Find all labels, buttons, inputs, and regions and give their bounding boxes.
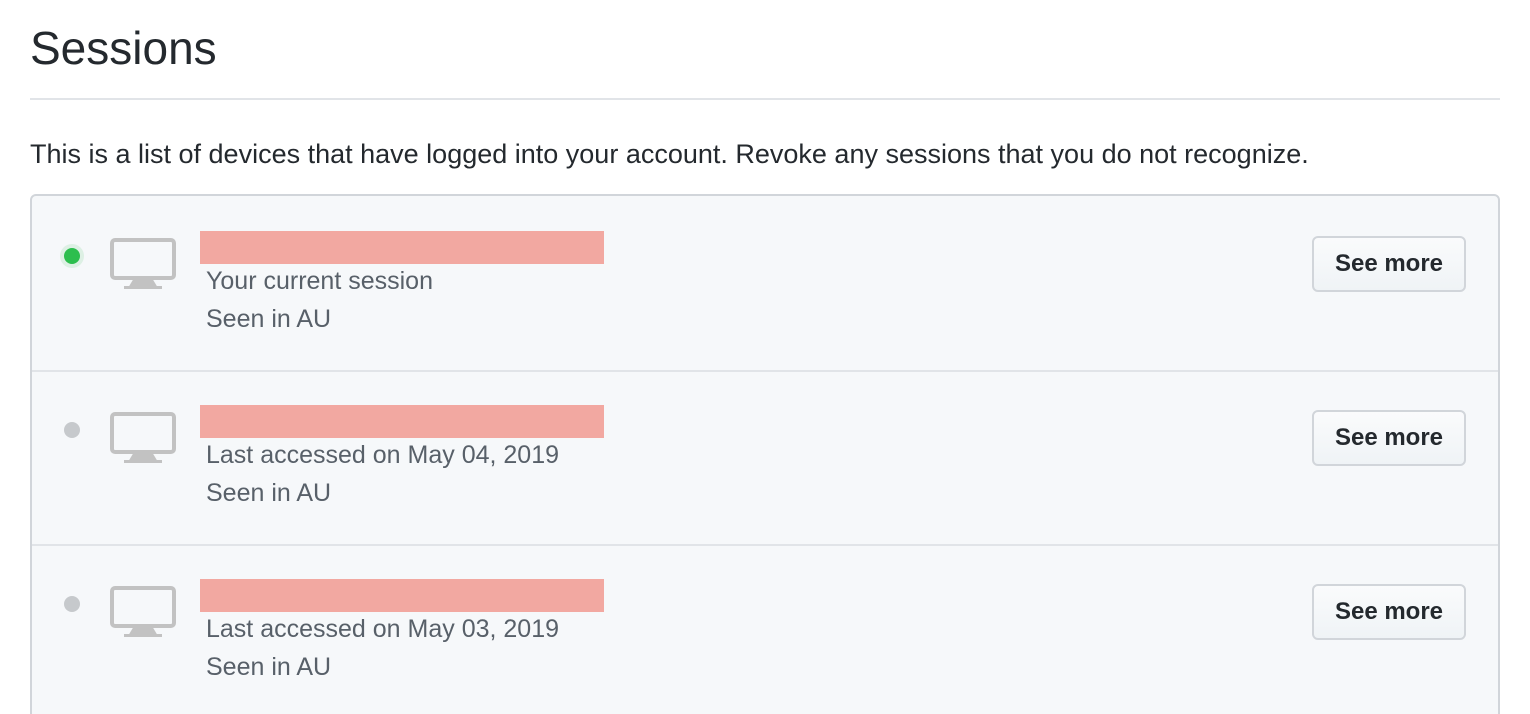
see-more-button[interactable]: See more (1312, 236, 1466, 292)
redacted-device-name (200, 405, 604, 438)
see-more-button[interactable]: See more (1312, 410, 1466, 466)
sessions-page: Sessions This is a list of devices that … (0, 0, 1530, 714)
session-location: Seen in AU (206, 479, 332, 507)
inactive-status-dot (64, 596, 80, 612)
see-more-button[interactable]: See more (1312, 584, 1466, 640)
sessions-list: Your current session Seen in AU See more… (30, 194, 1500, 714)
session-location: Seen in AU (206, 305, 332, 333)
active-status-dot (64, 248, 80, 264)
redacted-device-name (200, 231, 604, 264)
desktop-icon (110, 412, 176, 463)
session-detail: Last accessed on May 03, 2019 (206, 615, 560, 643)
redacted-device-name (200, 579, 604, 612)
session-detail: Your current session (206, 267, 433, 295)
session-detail: Last accessed on May 04, 2019 (206, 441, 560, 469)
desktop-icon (110, 238, 176, 289)
page-title: Sessions (30, 22, 217, 74)
session-row: Last accessed on May 04, 2019 Seen in AU… (32, 370, 1498, 544)
desktop-icon (110, 586, 176, 637)
session-location: Seen in AU (206, 653, 332, 681)
title-divider (30, 98, 1500, 100)
session-row: Last accessed on May 03, 2019 Seen in AU… (32, 544, 1498, 714)
inactive-status-dot (64, 422, 80, 438)
sessions-description: This is a list of devices that have logg… (30, 139, 1309, 169)
session-row: Your current session Seen in AU See more (32, 196, 1498, 368)
